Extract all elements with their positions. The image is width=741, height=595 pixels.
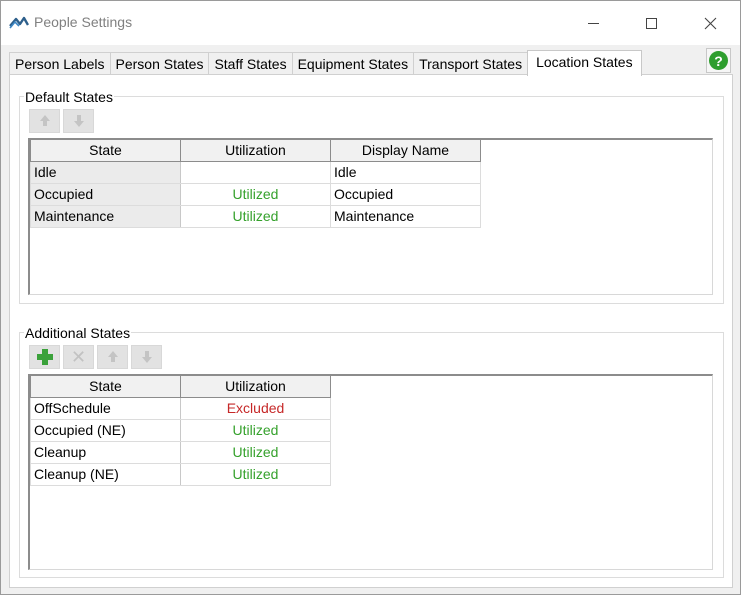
minimize-button[interactable] xyxy=(564,1,622,45)
move-up-icon xyxy=(39,115,50,126)
app-logo-icon xyxy=(9,16,29,29)
state-cell[interactable]: OffSchedule xyxy=(30,396,181,420)
utilization-cell[interactable]: Utilized xyxy=(180,204,331,228)
tab-equipment-states[interactable]: Equipment States xyxy=(291,52,415,75)
table-row[interactable]: Occupied (NE) Utilized xyxy=(30,418,331,442)
additional-move-down-button[interactable] xyxy=(131,345,162,369)
tab-location-states[interactable]: Location States xyxy=(527,50,642,76)
column-header-utilization[interactable]: Utilization xyxy=(180,376,331,398)
minimize-icon xyxy=(587,22,599,24)
utilization-cell[interactable]: Utilized xyxy=(180,440,331,464)
table-row[interactable]: Occupied Utilized Occupied xyxy=(30,182,481,206)
additional-move-up-button[interactable] xyxy=(97,345,128,369)
additional-states-label: Additional States xyxy=(24,325,132,341)
column-header-state[interactable]: State xyxy=(30,140,181,162)
column-header-utilization[interactable]: Utilization xyxy=(180,140,331,162)
location-states-panel: Default States State Utilization Display… xyxy=(9,74,733,588)
settings-tabs: Person Labels Person States Staff States… xyxy=(9,50,642,76)
column-header-state[interactable]: State xyxy=(30,376,181,398)
maximize-icon xyxy=(645,17,657,29)
title-bar[interactable]: People Settings xyxy=(1,1,740,45)
state-cell[interactable]: Occupied (NE) xyxy=(30,418,181,442)
display-name-cell[interactable]: Maintenance xyxy=(330,204,481,228)
state-cell[interactable]: Cleanup (NE) xyxy=(30,462,181,486)
state-cell[interactable]: Cleanup xyxy=(30,440,181,464)
state-cell[interactable]: Maintenance xyxy=(30,204,181,228)
add-icon xyxy=(36,349,53,365)
move-down-icon xyxy=(73,115,84,127)
utilization-cell[interactable]: Utilized xyxy=(180,418,331,442)
column-header-display-name[interactable]: Display Name xyxy=(330,140,481,162)
default-states-label: Default States xyxy=(24,89,114,105)
help-icon: ? xyxy=(709,51,728,70)
maximize-button[interactable] xyxy=(622,1,680,45)
table-row[interactable]: OffSchedule Excluded xyxy=(30,396,331,420)
default-move-up-button[interactable] xyxy=(29,109,60,133)
utilization-cell[interactable] xyxy=(180,160,331,184)
help-button[interactable]: ? xyxy=(706,48,731,73)
close-button[interactable] xyxy=(681,1,739,45)
window-title: People Settings xyxy=(34,14,133,30)
table-row[interactable]: Idle Idle xyxy=(30,160,481,184)
table-header-row: State Utilization Display Name xyxy=(30,140,481,162)
table-header-row: State Utilization xyxy=(30,376,331,398)
table-row[interactable]: Cleanup (NE) Utilized xyxy=(30,462,331,486)
delete-icon: ✕ xyxy=(70,347,87,367)
utilization-cell[interactable]: Utilized xyxy=(180,182,331,206)
close-icon xyxy=(704,17,716,29)
tab-person-states[interactable]: Person States xyxy=(109,52,210,75)
default-move-down-button[interactable] xyxy=(63,109,94,133)
table-row[interactable]: Maintenance Utilized Maintenance xyxy=(30,204,481,228)
move-down-icon xyxy=(141,351,152,363)
display-name-cell[interactable]: Idle xyxy=(330,160,481,184)
display-name-cell[interactable]: Occupied xyxy=(330,182,481,206)
utilization-cell[interactable]: Utilized xyxy=(180,462,331,486)
default-states-table[interactable]: State Utilization Display Name Idle Idle… xyxy=(28,138,713,295)
tab-staff-states[interactable]: Staff States xyxy=(208,52,293,75)
people-settings-window: People Settings Person Labels Person Sta… xyxy=(0,0,741,595)
add-state-button[interactable] xyxy=(29,345,60,369)
table-row[interactable]: Cleanup Utilized xyxy=(30,440,331,464)
utilization-cell[interactable]: Excluded xyxy=(180,396,331,420)
tab-transport-states[interactable]: Transport States xyxy=(413,52,529,75)
state-cell[interactable]: Occupied xyxy=(30,182,181,206)
move-up-icon xyxy=(107,351,118,362)
state-cell[interactable]: Idle xyxy=(30,160,181,184)
delete-state-button[interactable]: ✕ xyxy=(63,345,94,369)
additional-states-table[interactable]: State Utilization OffSchedule Excluded O… xyxy=(28,374,713,570)
tab-person-labels[interactable]: Person Labels xyxy=(9,52,111,75)
